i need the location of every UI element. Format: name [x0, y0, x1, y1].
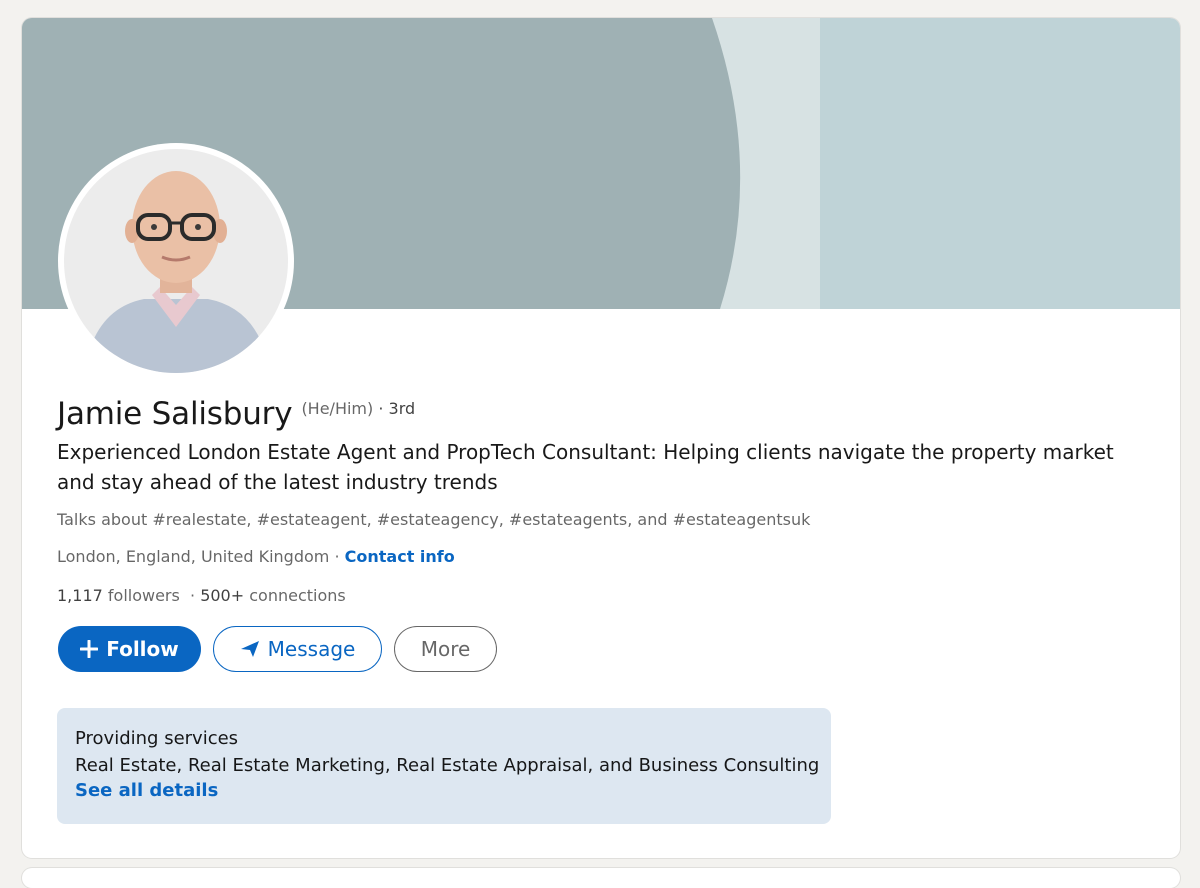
location-row: London, England, United Kingdom · Contac…: [57, 547, 455, 566]
connections-count: 500+: [200, 586, 245, 605]
name-row: Jamie Salisbury (He/Him) · 3rd: [57, 396, 415, 432]
see-all-details-link[interactable]: See all details: [75, 780, 218, 801]
providing-services-box: Providing services Real Estate, Real Est…: [57, 708, 831, 824]
location: London, England, United Kingdom: [57, 547, 330, 566]
services-title: Providing services: [75, 728, 239, 749]
connection-degree: · 3rd: [378, 399, 416, 418]
stats-separator: ·: [179, 586, 201, 605]
followers-label: followers: [102, 586, 180, 605]
message-label: Message: [267, 637, 356, 661]
plus-icon: [80, 640, 99, 658]
follow-button[interactable]: Follow: [58, 626, 201, 672]
next-section-card: [22, 868, 1180, 888]
follow-label: Follow: [106, 637, 179, 661]
profile-photo: [64, 149, 288, 373]
profile-card: Jamie Salisbury (He/Him) · 3rd Experienc…: [22, 18, 1180, 858]
followers-count: 1,117: [57, 586, 103, 605]
message-button[interactable]: Message: [213, 626, 382, 672]
more-label: More: [420, 637, 471, 661]
contact-info-link[interactable]: Contact info: [345, 547, 455, 566]
talks-about: Talks about #realestate, #estateagent, #…: [57, 510, 811, 529]
profile-headline: Experienced London Estate Agent and Prop…: [57, 440, 1114, 494]
send-icon: [240, 640, 260, 658]
services-list: Real Estate, Real Estate Marketing, Real…: [75, 755, 820, 776]
location-separator: ·: [329, 547, 345, 566]
profile-name: Jamie Salisbury: [57, 396, 293, 432]
stats-row: 1,117 followers · 500+ connections: [57, 586, 346, 605]
connections-label: connections: [244, 586, 346, 605]
more-button[interactable]: More: [394, 626, 497, 672]
pronouns: (He/Him): [301, 399, 374, 418]
avatar[interactable]: [58, 143, 294, 379]
